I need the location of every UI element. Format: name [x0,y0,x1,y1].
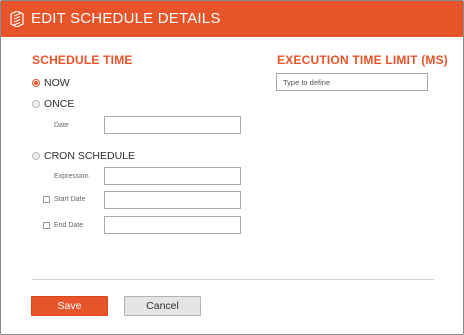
start-date-input[interactable] [104,191,241,209]
radio-once[interactable]: ONCE [32,98,74,110]
date-label: Date [54,122,69,129]
radio-cron[interactable]: CRON SCHEDULE [32,150,135,162]
radio-cron-label: CRON SCHEDULE [44,150,136,162]
save-button[interactable]: Save [31,296,108,316]
footer-divider [32,279,434,280]
radio-once-label: ONCE [44,98,75,110]
start-date-label: Start Date [54,196,86,203]
expression-label: Expression [54,173,89,180]
radio-once-button[interactable] [32,100,40,108]
once-date-input[interactable] [104,116,241,134]
cron-expression-input[interactable] [104,167,241,185]
cancel-button[interactable]: Cancel [124,296,201,316]
schedule-time-heading: SCHEDULE TIME [32,53,133,67]
radio-now[interactable]: NOW [32,77,70,89]
radio-now-label: NOW [44,77,70,89]
end-date-checkbox[interactable] [43,222,50,229]
edit-schedule-dialog: EDIT SCHEDULE DETAILS SCHEDULE TIME NOW … [0,0,464,335]
brand-logo-icon [10,11,24,27]
end-date-input[interactable] [104,216,241,234]
dialog-title: EDIT SCHEDULE DETAILS [31,10,221,27]
execution-limit-input[interactable] [276,73,428,91]
execution-limit-heading: EXECUTION TIME LIMIT (MS) [277,53,448,67]
start-date-checkbox[interactable] [43,196,50,203]
dialog-header: EDIT SCHEDULE DETAILS [1,1,463,37]
end-date-label: End Date [54,222,84,229]
radio-now-button[interactable] [32,79,40,87]
end-date-option[interactable]: End Date [43,222,83,229]
radio-cron-button[interactable] [32,152,40,160]
start-date-option[interactable]: Start Date [43,196,86,203]
